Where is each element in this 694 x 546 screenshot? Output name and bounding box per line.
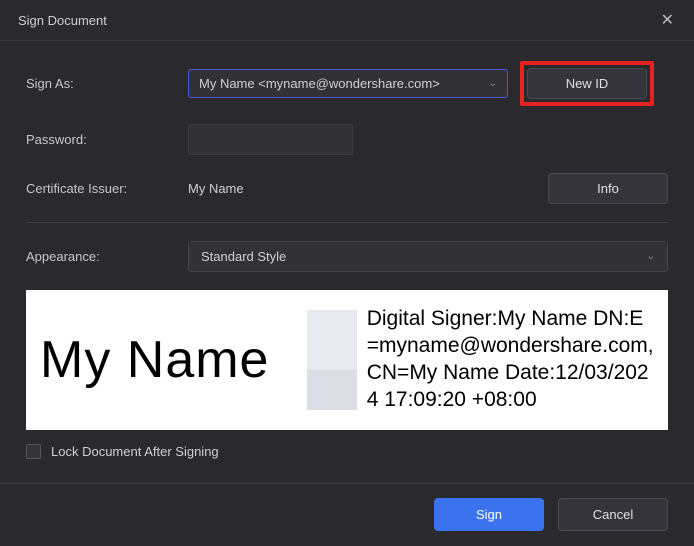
info-button[interactable]: Info	[548, 173, 668, 204]
password-label: Password:	[26, 132, 176, 147]
new-id-highlight: New ID	[520, 61, 654, 106]
dialog-title: Sign Document	[18, 13, 107, 28]
password-row: Password:	[26, 124, 668, 155]
watermark-icon	[307, 310, 357, 410]
appearance-select[interactable]: Standard Style ⌄	[188, 241, 668, 272]
password-input[interactable]	[188, 124, 353, 155]
cert-issuer-label: Certificate Issuer:	[26, 181, 176, 196]
chevron-down-icon: ⌄	[489, 78, 497, 89]
lock-label: Lock Document After Signing	[51, 444, 219, 459]
dialog-titlebar: Sign Document ✕	[0, 0, 694, 41]
preview-details: Digital Signer:My Name DN:E=myname@wonde…	[367, 306, 654, 414]
sign-as-select[interactable]: My Name <myname@wondershare.com> ⌄	[188, 69, 508, 98]
sign-button[interactable]: Sign	[434, 498, 544, 531]
chevron-down-icon: ⌄	[647, 251, 655, 262]
new-id-button[interactable]: New ID	[527, 68, 647, 99]
appearance-label: Appearance:	[26, 249, 176, 264]
dialog-footer: Sign Cancel	[0, 483, 694, 545]
cancel-button[interactable]: Cancel	[558, 498, 668, 531]
separator	[26, 222, 668, 223]
cert-issuer-row: Certificate Issuer: My Name Info	[26, 173, 668, 204]
appearance-value: Standard Style	[201, 249, 286, 264]
sign-as-row: Sign As: My Name <myname@wondershare.com…	[26, 61, 668, 106]
preview-display-name: My Name	[40, 330, 269, 390]
signature-preview: My Name Digital Signer:My Name DN:E=myna…	[26, 290, 668, 430]
sign-as-value: My Name <myname@wondershare.com>	[199, 76, 440, 91]
preview-name-area: My Name	[40, 330, 335, 390]
sign-as-label: Sign As:	[26, 76, 176, 91]
close-icon[interactable]: ✕	[655, 8, 680, 32]
cert-issuer-value: My Name	[188, 181, 536, 196]
lock-checkbox[interactable]	[26, 444, 41, 459]
lock-row: Lock Document After Signing	[26, 444, 668, 459]
dialog-content: Sign As: My Name <myname@wondershare.com…	[0, 41, 694, 483]
appearance-row: Appearance: Standard Style ⌄	[26, 241, 668, 272]
